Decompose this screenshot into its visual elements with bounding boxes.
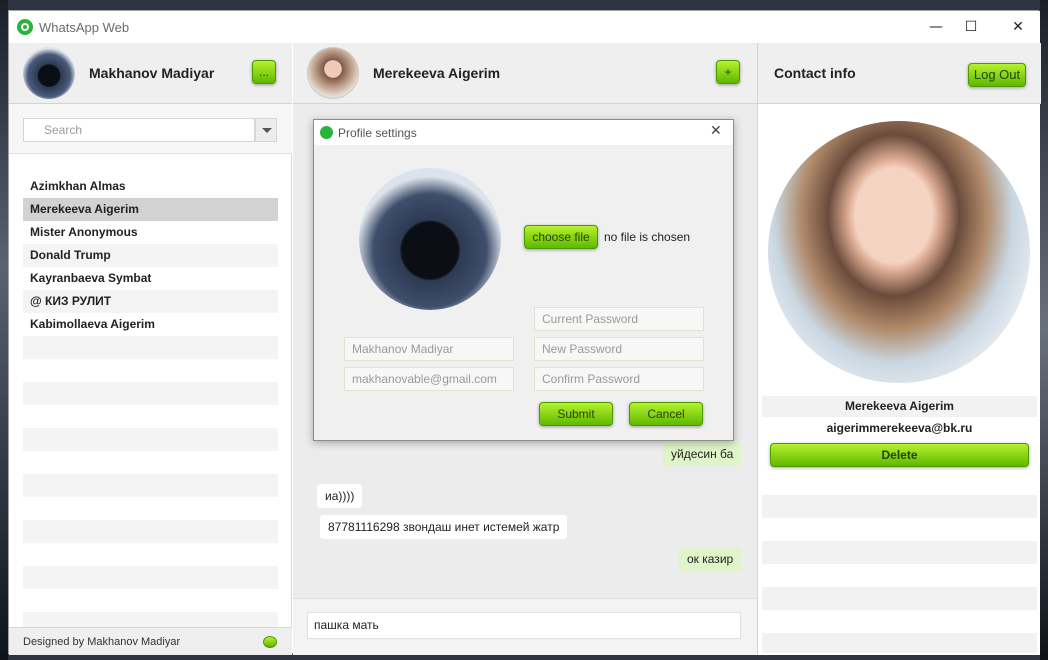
empty-row — [23, 566, 278, 589]
empty-row — [23, 336, 278, 359]
contact-item[interactable]: Donald Trump — [23, 244, 278, 267]
contact-item[interactable]: @ КИЗ РУЛИТ — [23, 290, 278, 313]
whatsapp-logo-icon — [320, 126, 333, 139]
email-field[interactable]: makhanovable@gmail.com — [344, 367, 514, 391]
submit-button[interactable]: Submit — [539, 402, 613, 426]
name-field[interactable]: Makhanov Madiyar — [344, 337, 514, 361]
empty-row — [762, 587, 1037, 610]
confirm-password-field[interactable]: Confirm Password — [534, 367, 704, 391]
footer: Designed by Makhanov Madiyar — [9, 627, 292, 655]
choose-file-button[interactable]: choose file — [524, 225, 598, 249]
new-password-field[interactable]: New Password — [534, 337, 704, 361]
my-avatar[interactable] — [23, 47, 75, 99]
composer: пашка мать — [293, 598, 757, 655]
dialog-title-bar: Profile settings ✕ — [314, 120, 733, 145]
empty-row — [23, 382, 278, 405]
contact-info-panel: Contact info Log Out Merekeeva Aigerim a… — [757, 43, 1041, 655]
minimize-button[interactable]: — — [926, 17, 946, 37]
search-bar: Search — [9, 104, 292, 154]
logout-button[interactable]: Log Out — [968, 63, 1026, 87]
contact-item[interactable]: Azimkhan Almas — [23, 175, 278, 198]
window-title: WhatsApp Web — [39, 20, 130, 35]
chevron-down-icon[interactable] — [255, 118, 277, 142]
message-incoming: иа)))) — [317, 484, 363, 508]
file-status-text: no file is chosen — [604, 230, 691, 244]
close-icon[interactable]: ✕ — [710, 123, 722, 139]
profile-photo-preview — [359, 168, 501, 310]
empty-row — [762, 633, 1037, 653]
contact-item-selected[interactable]: Merekeeva Aigerim — [23, 198, 278, 221]
current-password-field[interactable]: Current Password — [534, 307, 704, 331]
contact-list: Azimkhan Almas Merekeeva Aigerim Mister … — [23, 175, 278, 635]
profile-settings-dialog: Profile settings ✕ choose file no file i… — [313, 119, 734, 441]
contact-info-title: Contact info — [774, 65, 856, 81]
my-name: Makhanov Madiyar — [89, 65, 215, 81]
contact-info-email: aigerimmerekeeva@bk.ru — [826, 421, 973, 435]
contact-item[interactable]: Mister Anonymous — [23, 221, 278, 244]
cancel-button[interactable]: Cancel — [629, 402, 703, 426]
search-input[interactable]: Search — [23, 118, 255, 142]
contact-item[interactable]: Kayranbaeva Symbat — [23, 267, 278, 290]
message-incoming: 87781116298 звондаш инет истемей жатр — [320, 515, 568, 539]
chat-header: Merekeeva Aigerim + — [293, 43, 757, 104]
close-window-button[interactable]: ✕ — [1008, 17, 1028, 37]
contact-photo — [768, 121, 1030, 383]
add-button[interactable]: + — [716, 60, 740, 84]
message-input[interactable]: пашка мать — [307, 612, 741, 639]
maximize-button[interactable]: ☐ — [961, 17, 981, 37]
contact-avatar[interactable] — [307, 47, 359, 99]
delete-contact-button[interactable]: Delete — [770, 443, 1029, 467]
profile-menu-button[interactable]: ... — [252, 60, 276, 84]
desktop-background-right — [1040, 0, 1048, 660]
empty-row — [762, 495, 1037, 518]
message-outgoing: уйдесин ба — [663, 442, 742, 466]
footer-action-button[interactable] — [263, 636, 277, 648]
desktop-background-left — [0, 0, 8, 660]
empty-row — [23, 474, 278, 497]
empty-row — [23, 428, 278, 451]
empty-row — [762, 541, 1037, 564]
contact-item[interactable]: Kabimollaeva Aigerim — [23, 313, 278, 336]
footer-credit: Designed by Makhanov Madiyar — [23, 636, 181, 648]
left-panel: Makhanov Madiyar ... Search Azimkhan Alm… — [9, 43, 292, 655]
message-outgoing: ок казир — [679, 547, 742, 571]
contact-info-header: Contact info Log Out — [758, 43, 1041, 104]
chat-contact-name: Merekeeva Aigerim — [373, 65, 501, 81]
dialog-title: Profile settings — [338, 126, 417, 140]
my-profile-header: Makhanov Madiyar ... — [9, 43, 292, 104]
empty-row — [23, 520, 278, 543]
whatsapp-logo-icon — [17, 19, 33, 35]
title-bar: WhatsApp Web — ☐ ✕ — [9, 11, 1040, 43]
contact-info-name: Merekeeva Aigerim — [762, 396, 1037, 417]
